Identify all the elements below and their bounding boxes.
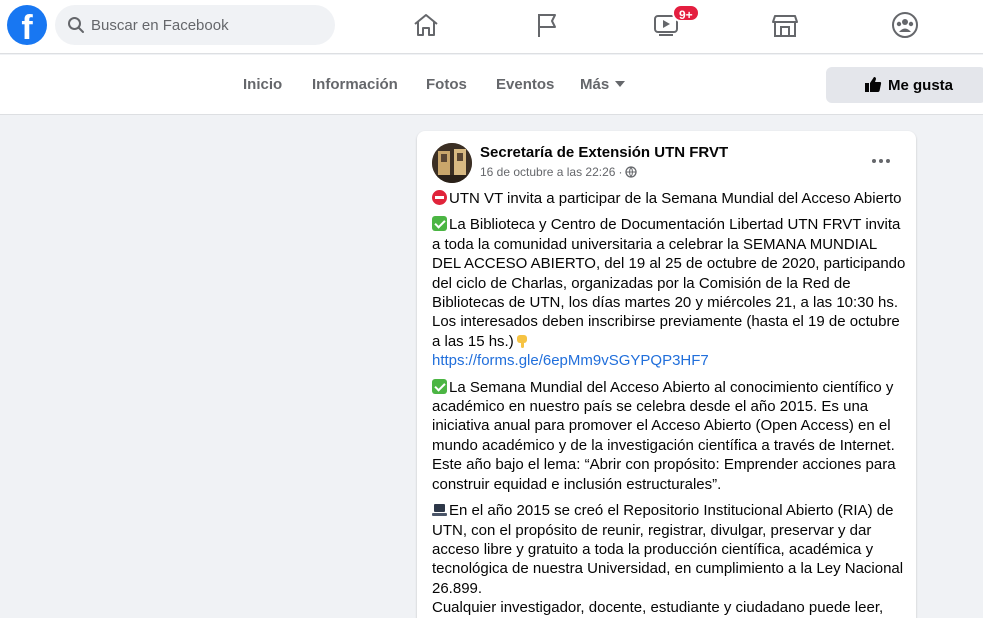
page-avatar[interactable] [432, 143, 472, 183]
tab-fotos[interactable]: Fotos [426, 76, 467, 93]
caret-down-icon [615, 81, 626, 87]
search-input[interactable] [91, 5, 321, 45]
like-page-button[interactable]: Me gusta [826, 67, 983, 103]
tab-eventos[interactable]: Eventos [496, 76, 554, 93]
check-mark-emoji-icon [432, 216, 447, 232]
thumbs-up-icon [865, 77, 882, 92]
dot-icon [879, 159, 883, 163]
meta-separator: · [618, 165, 623, 179]
globe-icon [625, 166, 638, 178]
paragraph-text: Cualquier investigador, docente, estudia… [432, 599, 884, 617]
flag-icon[interactable] [530, 10, 564, 40]
post-author[interactable]: Secretaría de Extensión UTN FRVT [480, 144, 728, 161]
paragraph-text: En el año 2015 se creó el Repositorio In… [432, 502, 904, 597]
pointing-down-emoji-icon [514, 333, 530, 348]
post-paragraph-2: La Biblioteca y Centro de Documentación … [432, 215, 906, 370]
marketplace-icon[interactable] [768, 10, 802, 40]
tab-informacion[interactable]: Información [312, 76, 398, 93]
search-icon [68, 17, 84, 33]
logo-letter: f [21, 9, 33, 45]
laptop-emoji-icon [432, 502, 447, 517]
post-paragraph-1: UTN VT invita a participar de la Semana … [432, 189, 906, 208]
tab-inicio[interactable]: Inicio [243, 76, 282, 93]
paragraph-text: La Semana Mundial del Acceso Abierto al … [432, 378, 896, 493]
paragraph-text: La Biblioteca y Centro de Documentación … [432, 216, 906, 312]
post-paragraph-3: La Semana Mundial del Acceso Abierto al … [432, 378, 906, 494]
no-entry-emoji-icon [432, 190, 447, 205]
paragraph-text: UTN VT invita a participar de la Semana … [449, 190, 902, 207]
tab-mas[interactable]: Más [580, 76, 626, 93]
search-box[interactable] [55, 5, 335, 45]
paragraph-text: Los interesados deben inscribirse previa… [432, 313, 900, 350]
check-mark-emoji-icon [432, 378, 447, 394]
dot-icon [872, 159, 876, 163]
tab-mas-label: Más [580, 76, 610, 93]
post-paragraph-4: En el año 2015 se creó el Repositorio In… [432, 501, 906, 617]
post-card: Secretaría de Extensión UTN FRVT 16 de o… [417, 131, 916, 618]
watch-badge: 9+ [672, 4, 700, 22]
post-options-button[interactable] [869, 149, 893, 173]
page-tabs-bar: Inicio Información Fotos Eventos Más Me … [0, 55, 983, 115]
facebook-logo[interactable]: f [7, 5, 47, 45]
registration-link[interactable]: https://forms.gle/6epMm9vSGYPQP3HF7 [432, 352, 709, 369]
groups-icon[interactable] [888, 10, 922, 40]
post-date[interactable]: 16 de octubre a las 22:26 [480, 165, 615, 179]
dot-icon [886, 159, 890, 163]
post-text: UTN VT invita a participar de la Semana … [432, 189, 906, 618]
like-button-label: Me gusta [888, 76, 954, 94]
post-meta: 16 de octubre a las 22:26 · [480, 165, 638, 179]
home-icon[interactable] [409, 10, 443, 40]
top-bar: f 9+ [0, 0, 983, 54]
